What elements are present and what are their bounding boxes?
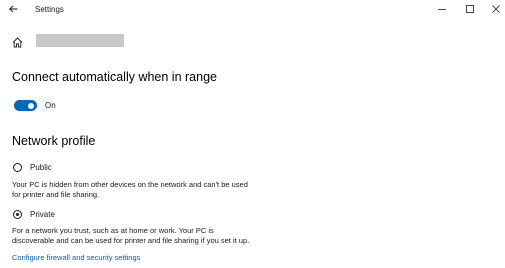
- radio-selected-dot: [15, 212, 19, 216]
- toggle-knob: [28, 102, 34, 109]
- toggle-state-label: On: [45, 101, 56, 110]
- private-description-line2: discoverable and can be used for printer…: [12, 236, 250, 245]
- auto-connect-heading: Connect automatically when in range: [12, 70, 217, 84]
- maximize-button[interactable]: [463, 3, 477, 15]
- network-name-redacted: [36, 34, 124, 47]
- back-button[interactable]: [6, 3, 20, 15]
- window-title: Settings: [35, 5, 64, 14]
- public-description-line1: Your PC is hidden from other devices on …: [12, 180, 248, 189]
- auto-connect-toggle[interactable]: [14, 100, 37, 111]
- close-icon: [492, 5, 500, 13]
- public-description-line2: for printer and file sharing.: [12, 190, 100, 199]
- configure-firewall-link[interactable]: Configure firewall and security settings: [12, 253, 140, 262]
- minimize-icon: [438, 9, 446, 10]
- arrow-left-icon: [8, 5, 17, 13]
- home-button[interactable]: [12, 35, 25, 48]
- minimize-button[interactable]: [435, 3, 449, 15]
- private-description-line1: For a network you trust, such as at home…: [12, 226, 214, 235]
- network-profile-heading: Network profile: [12, 134, 96, 148]
- public-label[interactable]: Public: [30, 163, 52, 172]
- private-radio[interactable]: [13, 210, 22, 219]
- home-icon: [12, 37, 23, 48]
- close-button[interactable]: [489, 3, 503, 15]
- private-label[interactable]: Private: [30, 210, 55, 219]
- maximize-icon: [466, 5, 474, 13]
- public-radio[interactable]: [13, 163, 22, 172]
